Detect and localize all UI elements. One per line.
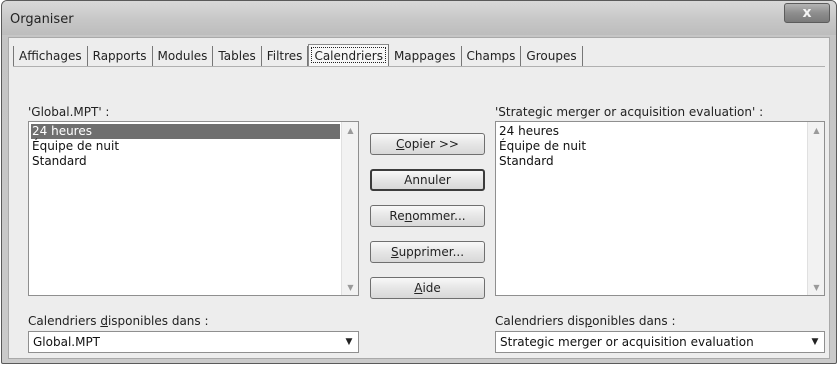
right-source-value: Strategic merger or acquisition evaluati… [500, 335, 754, 349]
left-list-item[interactable]: 24 heures [31, 124, 340, 139]
tab-affichages[interactable]: Affichages [13, 46, 88, 66]
left-list-item[interactable]: Équipe de nuit [31, 139, 340, 154]
rename-button-accel: n [404, 209, 413, 223]
chevron-down-icon[interactable]: ▼ [340, 332, 358, 352]
left-list-item[interactable]: Standard [31, 154, 340, 169]
tab-mappages[interactable]: Mappages [389, 46, 462, 66]
rename-button-label: Re [389, 209, 405, 223]
tab-groupes[interactable]: Groupes [521, 46, 583, 66]
left-list-header: 'Global.MPT' : [28, 105, 110, 119]
left-source-label: Calendriers disponibles dans : [28, 314, 209, 328]
right-list-item[interactable]: Équipe de nuit [498, 139, 806, 154]
close-icon: x [802, 5, 812, 21]
left-source-label-accel: d [100, 314, 108, 328]
tab-divider [13, 66, 825, 67]
copy-button-label: opier >> [404, 137, 459, 151]
left-source-value: Global.MPT [33, 335, 101, 349]
cancel-button[interactable]: Annuler [370, 169, 485, 191]
help-button-accel: A [414, 281, 423, 295]
scroll-down-arrow-icon[interactable]: ▼ [342, 279, 359, 295]
left-source-label-part: Calendriers [28, 314, 101, 328]
right-source-label: Calendriers disponibles dans : [495, 314, 676, 328]
help-button-label: ide [422, 281, 441, 295]
rename-button[interactable]: Re n ommer... [370, 205, 485, 227]
right-list-item[interactable]: Standard [498, 154, 806, 169]
right-list-item[interactable]: 24 heures [498, 124, 806, 139]
dialog-client-area: Affichages Rapports Modules Tables Filtr… [8, 37, 830, 359]
window-title: Organiser [10, 12, 74, 27]
left-source-label-part: isponibles dans : [107, 314, 209, 328]
close-button[interactable]: x [784, 3, 830, 23]
chevron-down-icon[interactable]: ▼ [806, 332, 824, 352]
scroll-down-arrow-icon[interactable]: ▼ [808, 279, 825, 295]
right-source-label-part: onibles dans : [592, 314, 676, 328]
tab-tables[interactable]: Tables [213, 46, 262, 66]
right-list-scrollbar[interactable]: ▲ ▼ [807, 122, 824, 295]
right-source-dropdown[interactable]: Strategic merger or acquisition evaluati… [495, 331, 825, 353]
right-source-label-part: Calendriers dis [495, 314, 585, 328]
left-calendar-list[interactable]: 24 heures Équipe de nuit Standard ▲ ▼ [28, 121, 359, 296]
left-source-dropdown[interactable]: Global.MPT ▼ [28, 331, 359, 353]
tab-champs[interactable]: Champs [462, 46, 522, 66]
scroll-up-arrow-icon[interactable]: ▲ [808, 122, 825, 138]
tab-strip: Affichages Rapports Modules Tables Filtr… [13, 44, 583, 66]
delete-button-label: upprimer... [398, 245, 465, 259]
right-source-label-accel: p [584, 314, 593, 328]
left-list-scrollbar[interactable]: ▲ ▼ [341, 122, 358, 295]
right-list-header: 'Strategic merger or acquisition evaluat… [495, 105, 764, 119]
tab-rapports[interactable]: Rapports [88, 46, 153, 66]
copy-button[interactable]: Copier >> [370, 133, 485, 155]
tab-filtres[interactable]: Filtres [262, 46, 309, 66]
rename-button-label: ommer... [412, 209, 466, 223]
right-calendar-list[interactable]: 24 heures Équipe de nuit Standard ▲ ▼ [495, 121, 825, 296]
tab-calendriers[interactable]: Calendriers [308, 44, 389, 66]
tab-modules[interactable]: Modules [153, 46, 214, 66]
delete-button-accel: S [390, 245, 399, 259]
title-bar: Organiser x [2, 1, 836, 35]
cancel-button-label: Annuler [404, 173, 451, 187]
organiser-dialog: Organiser x Affichages Rapports Modules … [1, 0, 837, 364]
copy-button-accel: C [396, 137, 405, 151]
delete-button[interactable]: Supprimer... [370, 241, 485, 263]
help-button[interactable]: Aide [370, 277, 485, 299]
scroll-up-arrow-icon[interactable]: ▲ [342, 122, 359, 138]
